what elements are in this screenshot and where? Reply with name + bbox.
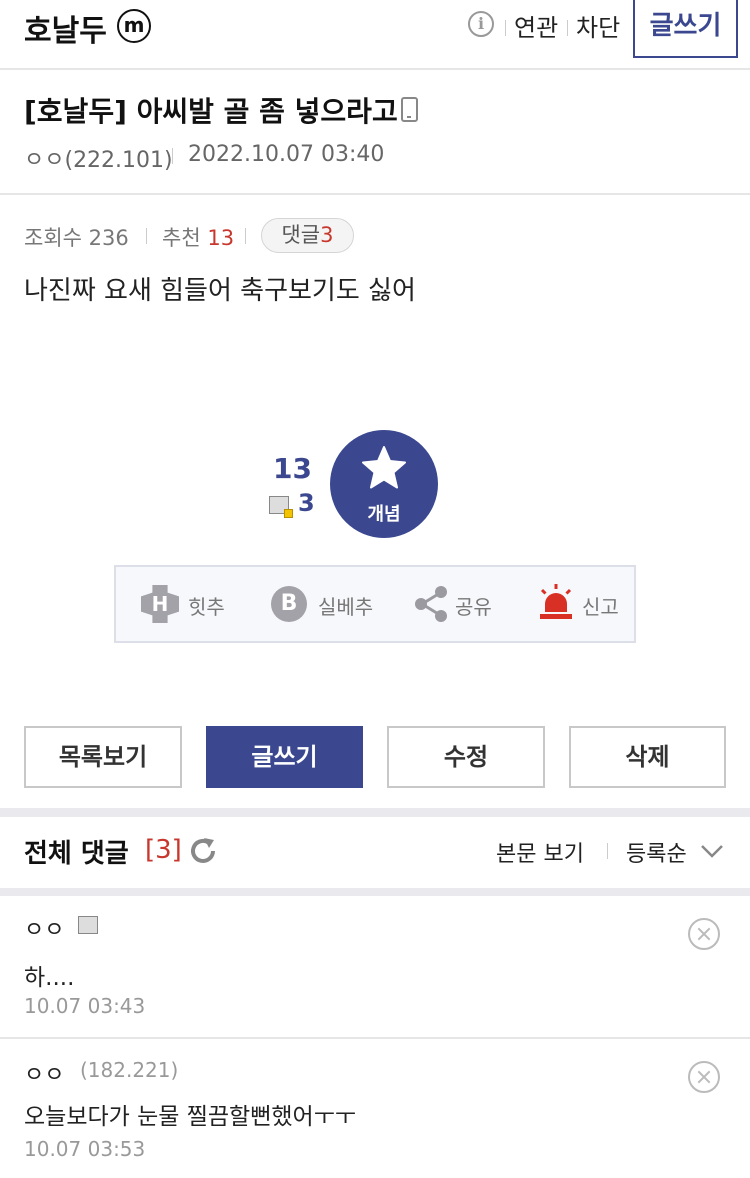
delete-button[interactable]: 삭제 — [569, 726, 726, 788]
share-icon[interactable] — [414, 586, 448, 622]
sort-dropdown[interactable]: 등록순 — [626, 836, 687, 868]
fixed-nick-icon — [78, 916, 98, 934]
view-count: 조회수 236 — [24, 222, 129, 252]
comment-count-label: 댓글 — [281, 223, 321, 247]
comment-author[interactable]: ㅇㅇ — [24, 912, 64, 944]
gallery-name[interactable]: 호날두 — [24, 6, 107, 50]
separator — [146, 228, 147, 244]
hit-recommend-label[interactable]: 힛추 — [188, 591, 225, 620]
view-body-link[interactable]: 본문 보기 — [496, 836, 584, 868]
best-icon[interactable]: B — [271, 586, 307, 622]
section-divider — [0, 808, 750, 817]
comment-ip: (182.221) — [80, 1058, 179, 1082]
post-action-bar: H 힛추 B 실베추 공유 신고 — [114, 565, 636, 643]
comment-count-value: 3 — [320, 223, 334, 247]
recommend-count-value: 13 — [207, 226, 235, 250]
post-author[interactable]: ㅇㅇ(222.101) — [24, 142, 173, 174]
siren-icon[interactable] — [536, 582, 576, 622]
concept-recommend-button[interactable]: 개념 — [330, 430, 438, 538]
report-label[interactable]: 신고 — [582, 591, 619, 620]
refresh-icon[interactable] — [188, 836, 218, 866]
comment-item: ㅇㅇ (182.221) 오늘보다가 눈물 찔끔할뻔했어ㅜㅜ 10.07 03:… — [0, 1039, 750, 1178]
comment-date: 10.07 03:43 — [24, 994, 146, 1018]
separator — [505, 20, 506, 36]
post-title: [호날두] 아씨발 골 좀 넣으라고 — [24, 95, 398, 128]
view-count-label: 조회수 — [24, 226, 82, 250]
write-button[interactable]: 글쓰기 — [206, 726, 363, 788]
concept-label: 개념 — [367, 504, 401, 525]
fixed-nick-icon — [269, 496, 293, 518]
comment-text: 오늘보다가 눈물 찔끔할뻔했어ㅜㅜ — [24, 1104, 357, 1130]
separator — [172, 148, 173, 164]
recommend-count: 추천 13 — [162, 222, 234, 252]
top-bar: 호날두 m i 연관 차단 글쓰기 — [0, 0, 750, 70]
hit-icon[interactable]: H — [141, 585, 179, 623]
star-icon — [362, 446, 406, 489]
post-date: 2022.10.07 03:40 — [188, 142, 385, 167]
best-recommend-label[interactable]: 실베추 — [318, 591, 373, 620]
delete-comment-icon[interactable] — [688, 918, 720, 950]
info-icon[interactable]: i — [468, 11, 494, 37]
mobile-phone-icon — [401, 97, 418, 122]
comments-count: [3] — [145, 835, 182, 865]
recommend-total: 13 — [273, 452, 312, 485]
comment-date: 10.07 03:53 — [24, 1137, 146, 1161]
separator — [567, 20, 568, 36]
separator — [607, 843, 608, 859]
minor-gallery-badge-icon: m — [117, 9, 151, 43]
list-button[interactable]: 목록보기 — [24, 726, 182, 788]
comment-text: 하.... — [24, 965, 75, 991]
block-link[interactable]: 차단 — [576, 8, 620, 43]
share-label[interactable]: 공유 — [455, 591, 492, 620]
view-count-value: 236 — [88, 226, 129, 250]
divider — [0, 193, 750, 195]
delete-comment-icon[interactable] — [688, 1061, 720, 1093]
fixed-recommend-count: 3 — [298, 489, 315, 517]
related-link[interactable]: 연관 — [514, 8, 558, 43]
comment-author[interactable]: ㅇㅇ — [24, 1057, 64, 1089]
recommend-count-label: 추천 — [162, 226, 201, 250]
chevron-down-icon[interactable] — [700, 843, 724, 859]
edit-button[interactable]: 수정 — [387, 726, 545, 788]
comments-title: 전체 댓글 — [24, 839, 129, 869]
comment-item: ㅇㅇ 하.... 10.07 03:43 — [0, 896, 750, 1036]
separator — [245, 228, 246, 244]
comment-count-badge[interactable]: 댓글3 — [261, 218, 354, 253]
section-divider — [0, 888, 750, 896]
post-body: 나진짜 요새 힘들어 축구보기도 싫어 — [24, 276, 416, 306]
write-top-button[interactable]: 글쓰기 — [633, 0, 738, 58]
